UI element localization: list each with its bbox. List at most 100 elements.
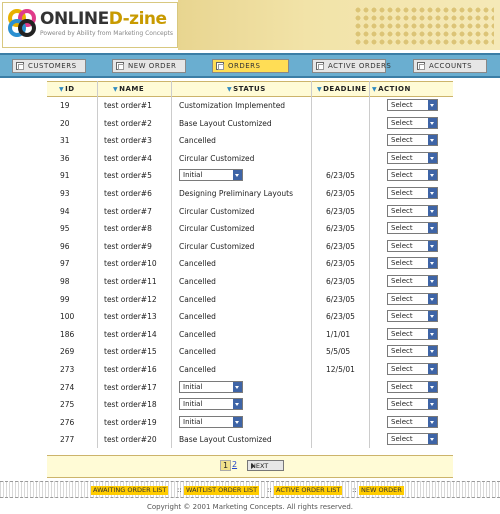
col-name-header[interactable]: ▼NAME — [113, 85, 144, 93]
action-select[interactable]: Select — [387, 204, 438, 217]
page-1[interactable]: 1 — [220, 460, 232, 471]
row-status: Circular Customized — [179, 206, 255, 216]
sort-triangle-icon: ▼ — [372, 86, 378, 93]
row-deadline: 6/23/05 — [326, 171, 355, 181]
action-select[interactable]: Select — [387, 362, 438, 375]
col-label: ACTION — [378, 85, 411, 93]
action-select-value: Select — [391, 294, 413, 303]
dropdown-arrow-icon — [428, 293, 437, 304]
nav-icon — [216, 62, 224, 70]
action-select[interactable]: Select — [387, 239, 438, 252]
action-select-value: Select — [391, 312, 413, 321]
action-select[interactable]: Select — [387, 222, 438, 235]
status-select[interactable]: Initial — [179, 169, 243, 182]
footer-link-awaiting[interactable]: Awaiting Order List — [91, 486, 169, 495]
logo[interactable]: ONLINED-zine Powered by Ability from Mar… — [2, 2, 178, 48]
action-select[interactable]: Select — [387, 292, 438, 305]
status-select[interactable]: Initial — [179, 398, 243, 411]
main-nav: Customers New Order Orders Active Orders… — [0, 53, 500, 78]
status-select[interactable]: Initial — [179, 415, 243, 428]
nav-orders[interactable]: Orders — [212, 59, 289, 73]
action-select[interactable]: Select — [387, 310, 438, 323]
status-select[interactable]: Initial — [179, 380, 243, 393]
action-select[interactable]: Select — [387, 169, 438, 182]
action-select-value: Select — [391, 153, 413, 162]
row-deadline: 6/23/05 — [326, 241, 355, 251]
table-row: 94 test order#7 Circular Customized 6/23/05… — [47, 203, 453, 221]
sort-triangle-icon: ▼ — [317, 86, 323, 93]
col-deadline-header[interactable]: ▼DEADLINE — [317, 85, 367, 93]
row-status: Cancelled — [179, 136, 216, 146]
action-select[interactable]: Select — [387, 151, 438, 164]
dropdown-arrow-icon — [428, 100, 437, 110]
page-2-link[interactable]: 2 — [232, 460, 237, 469]
row-id: 273 — [60, 364, 75, 374]
action-select[interactable]: Select — [387, 345, 438, 358]
row-name: test order#3 — [104, 136, 152, 146]
action-select[interactable]: Select — [387, 274, 438, 287]
row-status: Customization Implemented — [179, 101, 286, 110]
next-arrow-icon — [251, 463, 280, 469]
table-row: 277 test order#20 Base Layout Customized Se… — [47, 431, 453, 449]
action-select[interactable]: Select — [387, 415, 438, 428]
row-status: Base Layout Customized — [179, 118, 272, 128]
sort-triangle-icon: ▼ — [59, 86, 65, 93]
column-divider — [311, 81, 312, 448]
action-select-value: Select — [391, 224, 413, 233]
nav-customers[interactable]: Customers — [12, 59, 86, 73]
action-select-value: Select — [391, 259, 413, 268]
action-select-value: Select — [391, 118, 413, 127]
page-header: ONLINED-zine Powered by Ability from Mar… — [0, 0, 500, 50]
action-select[interactable]: Select — [387, 380, 438, 393]
row-status: Cancelled — [179, 347, 216, 357]
table-row: 95 test order#8 Circular Customized 6/23/05… — [47, 220, 453, 238]
nav-active-orders[interactable]: Active Orders — [312, 59, 391, 73]
footer-link-waitlist[interactable]: Waitlist Order List — [184, 486, 260, 495]
nav-icon — [16, 62, 24, 70]
column-divider — [97, 81, 98, 448]
brand-name-suffix: D-zine — [108, 9, 167, 29]
table-row: 275 test order#18 Initial Select — [47, 396, 453, 414]
action-select[interactable]: Select — [387, 116, 438, 129]
action-select[interactable]: Select — [387, 327, 438, 340]
action-select[interactable]: Select — [387, 186, 438, 199]
action-select[interactable]: Select — [387, 398, 438, 411]
nav-label: Active Orders — [328, 62, 392, 70]
footer-link-active[interactable]: Active Order List — [274, 486, 343, 495]
action-select-value: Select — [391, 136, 413, 145]
row-name: test order#18 — [104, 400, 157, 410]
dropdown-arrow-icon — [428, 311, 437, 322]
action-select[interactable]: Select — [387, 134, 438, 147]
row-id: 97 — [60, 259, 70, 269]
row-id: 99 — [60, 294, 70, 304]
action-select[interactable]: Select — [387, 433, 438, 446]
row-name: test order#10 — [104, 259, 157, 269]
row-id: 95 — [60, 224, 70, 234]
col-action-header[interactable]: ▼ACTION — [372, 85, 411, 93]
logo-circles-icon — [8, 9, 36, 37]
nav-icon — [116, 62, 124, 70]
dropdown-arrow-icon — [233, 399, 242, 410]
action-select[interactable]: Select — [387, 99, 438, 111]
nav-icon — [316, 62, 324, 70]
row-id: 276 — [60, 417, 75, 427]
nav-icon — [417, 62, 425, 70]
row-name: test order#12 — [104, 294, 157, 304]
row-id: 36 — [60, 153, 70, 163]
row-name: test order#1 — [104, 101, 152, 110]
action-select-value: Select — [391, 400, 413, 409]
next-button[interactable]: NEXT — [247, 460, 284, 471]
row-name: test order#13 — [104, 312, 157, 322]
col-id-header[interactable]: ▼ID — [59, 85, 75, 93]
nav-new-order[interactable]: New Order — [112, 59, 186, 73]
dropdown-arrow-icon — [428, 328, 437, 339]
action-select[interactable]: Select — [387, 257, 438, 270]
col-status-header[interactable]: ▼STATUS — [227, 85, 266, 93]
row-status: Cancelled — [179, 259, 216, 269]
row-deadline: 6/23/05 — [326, 294, 355, 304]
footer-link-new-order[interactable]: New Order — [359, 486, 404, 495]
table-row: 276 test order#19 Initial Select — [47, 414, 453, 432]
row-id: 20 — [60, 118, 70, 128]
nav-accounts[interactable]: Accounts — [413, 59, 487, 73]
row-id: 96 — [60, 241, 70, 251]
